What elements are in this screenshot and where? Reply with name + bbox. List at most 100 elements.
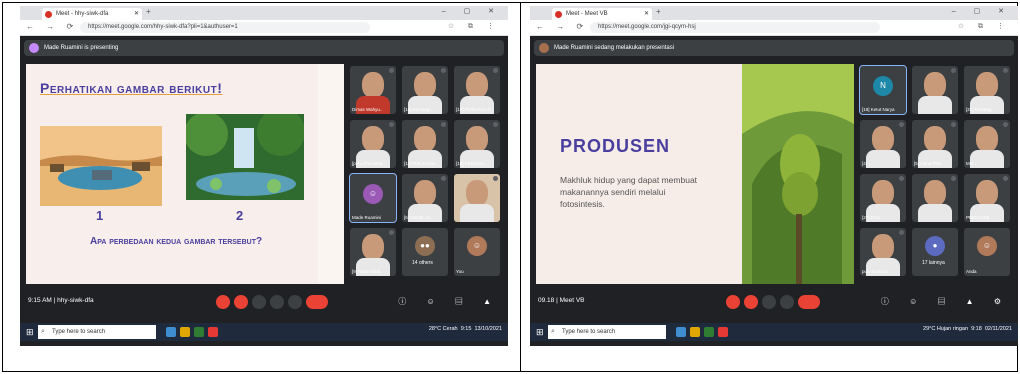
participant-tile[interactable]: Dimas Wahyu.. xyxy=(350,66,396,114)
present-button[interactable] xyxy=(270,295,284,309)
new-tab-icon[interactable]: + xyxy=(656,7,661,16)
system-tray: 28°C Cerah 9:15 13/10/2021 xyxy=(429,326,502,332)
participant-tile[interactable]: Mel.. xyxy=(964,120,1010,168)
meeting-info: 9:15 AM | hhy-siwk-dfa xyxy=(28,297,94,304)
participant-tile[interactable]: [5] Gana Prat.. xyxy=(912,120,958,168)
more-options-button[interactable] xyxy=(288,295,302,309)
side-panel-icons[interactable]: ⓘ ☺ ▤ ▲ xyxy=(398,296,500,307)
windows-start-icon[interactable]: ⊞ xyxy=(26,327,34,338)
decorative-strip xyxy=(318,64,344,284)
presenting-bar: Made Ruamini sedang melakukan presentasi xyxy=(534,40,1014,56)
weather-text: 29°C Hujan ringan xyxy=(923,326,969,332)
image-label-1: 1 xyxy=(96,208,104,223)
taskbar-app-icon[interactable] xyxy=(690,327,700,337)
self-tile[interactable]: ☺ Anda xyxy=(964,228,1010,276)
side-panel-icons[interactable]: ⓘ ☺ ▤ ▲ ⚙ xyxy=(881,296,1010,307)
presenting-text: Made Ruamini is presenting xyxy=(44,45,119,51)
participant-tile[interactable] xyxy=(454,174,500,222)
others-tile[interactable]: ● 17 lainnya xyxy=(912,228,958,276)
close-tab-icon[interactable]: ✕ xyxy=(134,8,139,20)
green-forest-image xyxy=(186,114,304,200)
close-tab-icon[interactable]: ✕ xyxy=(644,8,649,20)
presentation-slide: Perhatikan gambar berikut! 1 2 Apa perbe… xyxy=(26,64,344,284)
meet-favicon-icon xyxy=(45,11,52,18)
browser-toolbar-icons[interactable]: ☆ ⧉ ⋮ xyxy=(958,22,1010,31)
participant-tile[interactable]: [9] Made Dind.. xyxy=(350,228,396,276)
participant-tile[interactable]: N [18] Ketut Narya xyxy=(859,65,907,115)
taskbar-app-icon[interactable] xyxy=(718,327,728,337)
participant-tile[interactable]: [6] Handhi Kr.. xyxy=(402,174,448,222)
window-controls[interactable]: – ▢ ✕ xyxy=(442,7,502,15)
clock-time: 9:15 xyxy=(460,326,472,332)
participant-tile-presenter[interactable]: ☺ Made Ruamini xyxy=(349,173,397,223)
search-icon: ⌕ xyxy=(551,328,555,335)
tab-bar: Meet - hhy-siwk-dfa ✕ + – ▢ ✕ xyxy=(20,6,508,20)
avatar xyxy=(29,43,39,53)
taskbar-search[interactable]: ⌕ Type here to search xyxy=(38,325,156,339)
camera-button[interactable] xyxy=(744,295,758,309)
participant-tile[interactable]: [putu Kharisma.. xyxy=(350,120,396,168)
participant-tile[interactable]: putu Ratna D.. xyxy=(860,228,906,276)
address-bar: ← → ⟳ https://meet.google.com/hhy-siwk-d… xyxy=(20,20,508,36)
participant-tile[interactable] xyxy=(912,66,958,114)
self-tile[interactable]: ☺ You xyxy=(454,228,500,276)
browser-tab[interactable]: Meet - hhy-siwk-dfa ✕ xyxy=(42,8,142,20)
participant-tile[interactable]: PRECILINE xyxy=(964,174,1010,222)
presenting-text: Made Ruamini sedang melakukan presentasi xyxy=(554,45,675,51)
presentation-slide: PRODUSEN Makhluk hidup yang dapat membua… xyxy=(536,64,854,284)
participant-grid: N [18] Ketut Narya [20] Komang .. [4] .. … xyxy=(859,65,1010,284)
url-field[interactable]: https://meet.google.com/hhy-siwk-dfa?pli… xyxy=(80,22,370,33)
more-options-button[interactable] xyxy=(780,295,794,309)
system-tray: 29°C Hujan ringan 9:18 02/11/2021 xyxy=(923,326,1012,332)
participant-tile[interactable]: [27] Rina.. xyxy=(860,174,906,222)
browser-toolbar-icons[interactable]: ☆ ⧉ ⋮ xyxy=(448,22,500,31)
meet-favicon-icon xyxy=(555,11,562,18)
window-controls[interactable]: – ▢ ✕ xyxy=(952,7,1012,15)
clock-date: 13/10/2021 xyxy=(474,326,502,332)
tab-title: Meet - Meet VB xyxy=(566,11,608,17)
meet-controls-bar: 09.18 | Meet VB ⓘ ☺ ▤ ▲ ⚙ xyxy=(530,289,1018,315)
url-field[interactable]: https://meet.google.com/jgi-qcym-hsj xyxy=(590,22,880,33)
mic-button[interactable] xyxy=(726,295,740,309)
slide-title: PRODUSEN xyxy=(560,136,671,156)
meeting-info: 09.18 | Meet VB xyxy=(538,297,585,304)
taskbar-app-icon[interactable] xyxy=(676,327,686,337)
presenting-bar: Made Ruamini is presenting xyxy=(24,40,504,56)
mic-button[interactable] xyxy=(216,295,230,309)
present-button[interactable] xyxy=(762,295,776,309)
participant-tile[interactable] xyxy=(912,174,958,222)
taskbar-app-icon[interactable] xyxy=(166,327,176,337)
meet-controls-bar: 9:15 AM | hhy-siwk-dfa ⓘ ☺ ▤ ▲ xyxy=(20,289,508,315)
participant-grid: Dimas Wahyu.. [19] Komang .. [17] PUTU A… xyxy=(349,66,500,284)
participant-tile[interactable]: [4] .. xyxy=(860,120,906,168)
captions-button[interactable] xyxy=(252,295,266,309)
tab-bar: Meet - Meet VB ✕ + – ▢ ✕ xyxy=(530,6,1018,20)
panel-divider xyxy=(520,2,521,372)
taskbar-app-icon[interactable] xyxy=(180,327,190,337)
image-label-2: 2 xyxy=(236,208,244,223)
participant-tile[interactable]: [19] Komang .. xyxy=(402,66,448,114)
others-tile[interactable]: ●● 14 others xyxy=(402,228,448,276)
taskbar-app-icon[interactable] xyxy=(194,327,204,337)
end-call-button[interactable] xyxy=(798,295,820,309)
participant-tile[interactable]: [15] Kharisma .. xyxy=(454,120,500,168)
camera-button[interactable] xyxy=(234,295,248,309)
participant-tile[interactable]: [20] Komang .. xyxy=(964,66,1010,114)
avatar xyxy=(539,43,549,53)
windows-start-icon[interactable]: ⊞ xyxy=(536,327,544,338)
end-call-button[interactable] xyxy=(306,295,328,309)
nav-buttons-icon[interactable]: ← → ⟳ xyxy=(536,22,588,31)
new-tab-icon[interactable]: + xyxy=(146,7,151,16)
participant-tile[interactable]: [11] Putu Rulian.. xyxy=(402,120,448,168)
savanna-image xyxy=(40,126,162,206)
slide-body: Makhluk hidup yang dapat membuat makanan… xyxy=(560,175,698,209)
participant-tile[interactable]: [17] PUTU AYU P.. xyxy=(454,66,500,114)
taskbar-app-icon[interactable] xyxy=(208,327,218,337)
search-placeholder: Type here to search xyxy=(562,329,616,335)
slide-question: Apa perbedaan kedua gambar tersebut? xyxy=(90,236,263,247)
taskbar-app-icon[interactable] xyxy=(704,327,714,337)
taskbar-search[interactable]: ⌕ Type here to search xyxy=(548,325,666,339)
browser-tab[interactable]: Meet - Meet VB ✕ xyxy=(552,8,652,20)
nav-buttons-icon[interactable]: ← → ⟳ xyxy=(26,22,78,31)
right-screenshot: Meet - Meet VB ✕ + – ▢ ✕ ← → ⟳ https://m… xyxy=(530,6,1018,346)
